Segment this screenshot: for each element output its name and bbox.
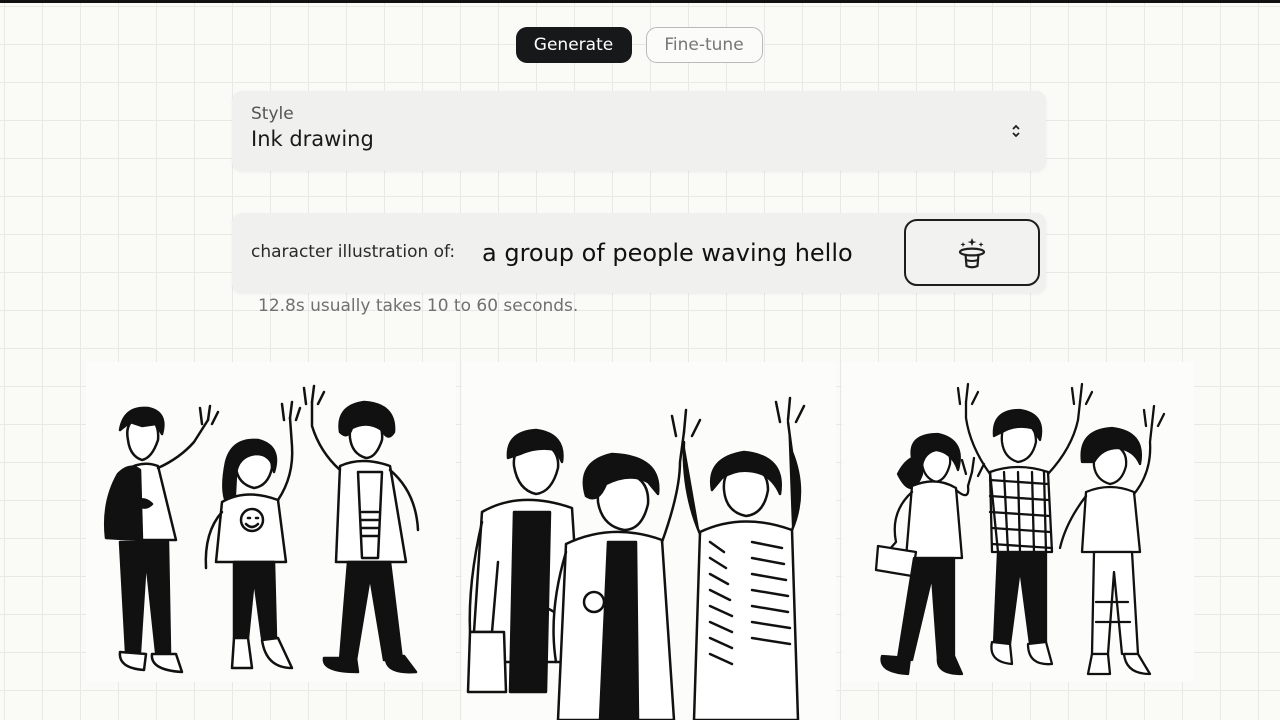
style-label: Style [251, 104, 294, 124]
top-border [0, 0, 1280, 3]
result-image-2[interactable] [462, 362, 836, 720]
prompt-input[interactable]: a group of people waving hello [482, 233, 866, 273]
tab-generate[interactable]: Generate [515, 27, 632, 63]
illustration-people-waving [466, 396, 806, 720]
mode-tabs: Generate Fine-tune [0, 27, 1280, 63]
status-text: 12.8s usually takes 10 to 60 seconds. [258, 296, 579, 316]
result-image-1[interactable] [86, 362, 456, 682]
style-value: Ink drawing [251, 127, 374, 151]
illustration-people-waving [103, 384, 420, 674]
prompt-prefix-label: character illustration of: [251, 242, 456, 262]
result-image-3[interactable] [842, 362, 1194, 682]
illustration-people-waving [874, 382, 1166, 676]
magic-hat-icon [958, 237, 986, 268]
generate-button[interactable] [904, 219, 1040, 286]
style-select[interactable]: Style Ink drawing [232, 91, 1046, 171]
chevron-up-down-icon [1012, 124, 1020, 138]
tab-fine-tune[interactable]: Fine-tune [645, 27, 763, 63]
prompt-bar: character illustration of: a group of pe… [232, 213, 1046, 293]
